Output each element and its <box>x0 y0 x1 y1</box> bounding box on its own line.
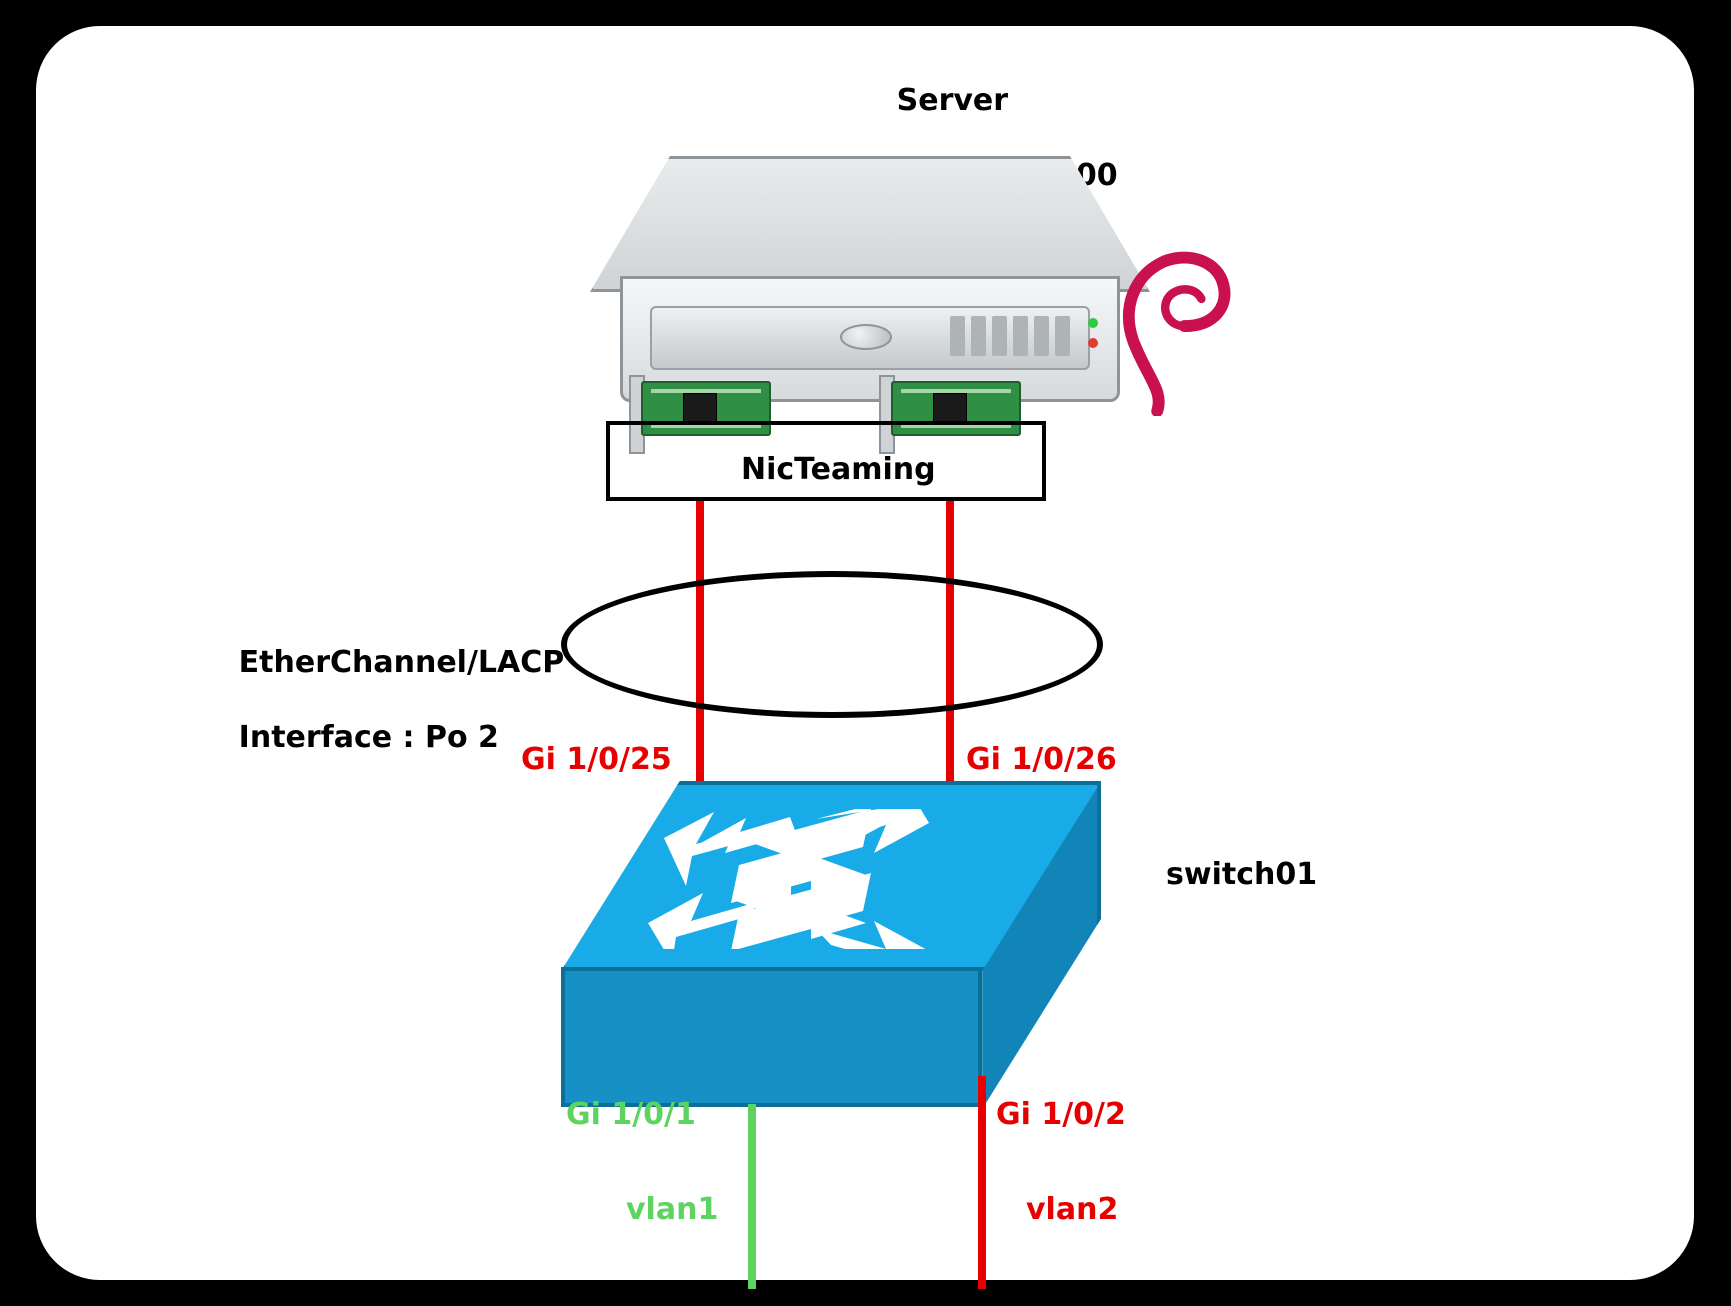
vlan-right: vlan2 <box>1026 1191 1118 1229</box>
nic-teaming-label: NicTeaming <box>741 451 936 489</box>
switch-name: switch01 <box>1166 856 1317 894</box>
diagram-panel: Server IP : 192.168.1.200 <box>30 20 1700 1286</box>
etherchannel-label: EtherChannel/LACP Interface : Po 2 <box>176 606 564 794</box>
downlink-line-left <box>748 1104 756 1289</box>
debian-swirl-icon <box>1096 226 1266 416</box>
downlink-line-right <box>978 1076 986 1289</box>
uplink-port-right: Gi 1/0/26 <box>966 741 1117 779</box>
etherchannel-line2: Interface : Po 2 <box>239 720 499 755</box>
server-icon <box>590 156 1150 416</box>
downlink-port-left: Gi 1/0/1 <box>566 1096 696 1134</box>
uplink-port-left: Gi 1/0/25 <box>521 741 672 779</box>
etherchannel-ellipse-icon <box>561 571 1103 718</box>
vlan-left: vlan1 <box>626 1191 718 1229</box>
switch-arrows-icon <box>641 809 961 949</box>
switch-icon <box>561 781 1101 1111</box>
server-name: Server <box>897 83 1008 118</box>
downlink-port-right: Gi 1/0/2 <box>996 1096 1126 1134</box>
etherchannel-line1: EtherChannel/LACP <box>239 645 565 680</box>
